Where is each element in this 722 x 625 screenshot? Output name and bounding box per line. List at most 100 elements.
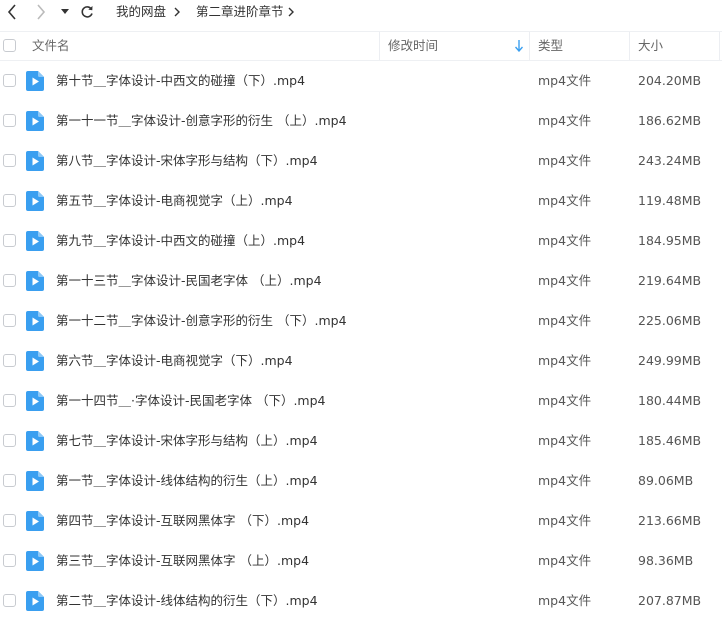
- file-name[interactable]: 第一节＿字体设计-线体结构的衍生（上）.mp4: [56, 461, 318, 501]
- file-type: mp4文件: [538, 73, 592, 88]
- file-row[interactable]: 第四节＿字体设计-互联网黑体字 （下）.mp4 mp4文件 213.66MB: [0, 501, 722, 541]
- video-file-icon: [26, 151, 44, 171]
- file-size: 89.06MB: [638, 473, 694, 488]
- file-size: 185.46MB: [638, 433, 702, 448]
- forward-button[interactable]: [32, 2, 50, 22]
- column-header-type[interactable]: 类型: [538, 32, 563, 60]
- file-name[interactable]: 第三节＿字体设计-互联网黑体字 （上）.mp4: [56, 541, 309, 581]
- history-dropdown-button[interactable]: [60, 2, 70, 22]
- file-size: 119.48MB: [638, 193, 702, 208]
- breadcrumb-separator-icon: [286, 3, 296, 21]
- row-checkbox[interactable]: [3, 274, 16, 287]
- column-divider[interactable]: [629, 32, 630, 60]
- row-checkbox[interactable]: [3, 434, 16, 447]
- file-row[interactable]: 第一十四节＿·字体设计-民国老字体 （下）.mp4 mp4文件 180.44MB: [0, 381, 722, 421]
- file-row[interactable]: 第七节＿字体设计-宋体字形与结构（上）.mp4 mp4文件 185.46MB: [0, 421, 722, 461]
- row-checkbox[interactable]: [3, 154, 16, 167]
- column-header-modified[interactable]: 修改时间: [388, 32, 438, 60]
- back-button[interactable]: [3, 2, 21, 22]
- file-type: mp4文件: [538, 313, 592, 328]
- video-file-icon: [26, 231, 44, 251]
- row-checkbox[interactable]: [3, 354, 16, 367]
- video-file-icon: [26, 431, 44, 451]
- video-file-icon: [26, 111, 44, 131]
- file-type: mp4文件: [538, 593, 592, 608]
- file-name[interactable]: 第一十四节＿·字体设计-民国老字体 （下）.mp4: [56, 381, 326, 421]
- file-size: 225.06MB: [638, 313, 702, 328]
- video-file-icon: [26, 591, 44, 611]
- file-name[interactable]: 第八节＿字体设计-宋体字形与结构（下）.mp4: [56, 141, 318, 181]
- file-row[interactable]: 第二节＿字体设计-线体结构的衍生（下）.mp4 mp4文件 207.87MB: [0, 581, 722, 621]
- select-all-checkbox[interactable]: [3, 39, 16, 52]
- column-divider[interactable]: [379, 32, 380, 60]
- file-type: mp4文件: [538, 113, 592, 128]
- row-checkbox[interactable]: [3, 74, 16, 87]
- breadcrumb-item-current[interactable]: 第二章进阶章节: [196, 3, 284, 21]
- file-size: 207.87MB: [638, 593, 702, 608]
- file-list-header: 文件名 修改时间 类型 大小: [0, 31, 722, 61]
- video-file-icon: [26, 471, 44, 491]
- column-header-filename[interactable]: 文件名: [32, 32, 70, 60]
- file-name[interactable]: 第五节＿字体设计-电商视觉字（上）.mp4: [56, 181, 293, 221]
- video-file-icon: [26, 71, 44, 91]
- file-row[interactable]: 第一十二节＿字体设计-创意字形的衍生 （下）.mp4 mp4文件 225.06M…: [0, 301, 722, 341]
- video-file-icon: [26, 271, 44, 291]
- file-name[interactable]: 第一十二节＿字体设计-创意字形的衍生 （下）.mp4: [56, 301, 347, 341]
- file-row[interactable]: 第一十三节＿字体设计-民国老字体 （上）.mp4 mp4文件 219.64MB: [0, 261, 722, 301]
- video-file-icon: [26, 311, 44, 331]
- file-name[interactable]: 第四节＿字体设计-互联网黑体字 （下）.mp4: [56, 501, 309, 541]
- file-type: mp4文件: [538, 553, 592, 568]
- chevron-right-icon: [37, 4, 46, 20]
- caret-down-icon: [61, 9, 69, 14]
- row-checkbox[interactable]: [3, 474, 16, 487]
- file-row[interactable]: 第九节＿字体设计-中西文的碰撞（上）.mp4 mp4文件 184.95MB: [0, 221, 722, 261]
- video-file-icon: [26, 551, 44, 571]
- file-size: 213.66MB: [638, 513, 702, 528]
- file-name[interactable]: 第七节＿字体设计-宋体字形与结构（上）.mp4: [56, 421, 318, 461]
- file-type: mp4文件: [538, 513, 592, 528]
- row-checkbox[interactable]: [3, 514, 16, 527]
- file-name[interactable]: 第一十三节＿字体设计-民国老字体 （上）.mp4: [56, 261, 322, 301]
- file-row[interactable]: 第一节＿字体设计-线体结构的衍生（上）.mp4 mp4文件 89.06MB: [0, 461, 722, 501]
- breadcrumb-separator-icon: [172, 3, 182, 21]
- file-size: 243.24MB: [638, 153, 702, 168]
- row-checkbox[interactable]: [3, 114, 16, 127]
- row-checkbox[interactable]: [3, 194, 16, 207]
- file-size: 184.95MB: [638, 233, 702, 248]
- file-type: mp4文件: [538, 273, 592, 288]
- file-row[interactable]: 第八节＿字体设计-宋体字形与结构（下）.mp4 mp4文件 243.24MB: [0, 141, 722, 181]
- file-row[interactable]: 第十节＿字体设计-中西文的碰撞（下）.mp4 mp4文件 204.20MB: [0, 61, 722, 101]
- sort-desc-icon[interactable]: [514, 40, 524, 55]
- file-type: mp4文件: [538, 353, 592, 368]
- file-size: 249.99MB: [638, 353, 702, 368]
- file-type: mp4文件: [538, 193, 592, 208]
- file-name[interactable]: 第六节＿字体设计-电商视觉字（下）.mp4: [56, 341, 293, 381]
- file-size: 98.36MB: [638, 553, 694, 568]
- column-divider[interactable]: [529, 32, 530, 60]
- file-row[interactable]: 第五节＿字体设计-电商视觉字（上）.mp4 mp4文件 119.48MB: [0, 181, 722, 221]
- row-checkbox[interactable]: [3, 554, 16, 567]
- file-row[interactable]: 第三节＿字体设计-互联网黑体字 （上）.mp4 mp4文件 98.36MB: [0, 541, 722, 581]
- file-type: mp4文件: [538, 433, 592, 448]
- video-file-icon: [26, 191, 44, 211]
- file-name[interactable]: 第二节＿字体设计-线体结构的衍生（下）.mp4: [56, 581, 318, 621]
- column-header-size[interactable]: 大小: [638, 32, 663, 60]
- file-row[interactable]: 第六节＿字体设计-电商视觉字（下）.mp4 mp4文件 249.99MB: [0, 341, 722, 381]
- refresh-button[interactable]: [78, 2, 96, 22]
- row-checkbox[interactable]: [3, 234, 16, 247]
- file-type: mp4文件: [538, 393, 592, 408]
- column-divider[interactable]: [719, 32, 720, 60]
- file-name[interactable]: 第十节＿字体设计-中西文的碰撞（下）.mp4: [56, 61, 305, 101]
- breadcrumb-item-root[interactable]: 我的网盘: [116, 3, 166, 21]
- row-checkbox[interactable]: [3, 594, 16, 607]
- chevron-left-icon: [7, 4, 16, 20]
- file-name[interactable]: 第一十一节＿字体设计-创意字形的衍生 （上）.mp4: [56, 101, 347, 141]
- row-checkbox[interactable]: [3, 314, 16, 327]
- file-row[interactable]: 第一十一节＿字体设计-创意字形的衍生 （上）.mp4 mp4文件 186.62M…: [0, 101, 722, 141]
- row-checkbox[interactable]: [3, 394, 16, 407]
- file-size: 180.44MB: [638, 393, 702, 408]
- file-size: 219.64MB: [638, 273, 702, 288]
- file-type: mp4文件: [538, 233, 592, 248]
- video-file-icon: [26, 391, 44, 411]
- file-name[interactable]: 第九节＿字体设计-中西文的碰撞（上）.mp4: [56, 221, 305, 261]
